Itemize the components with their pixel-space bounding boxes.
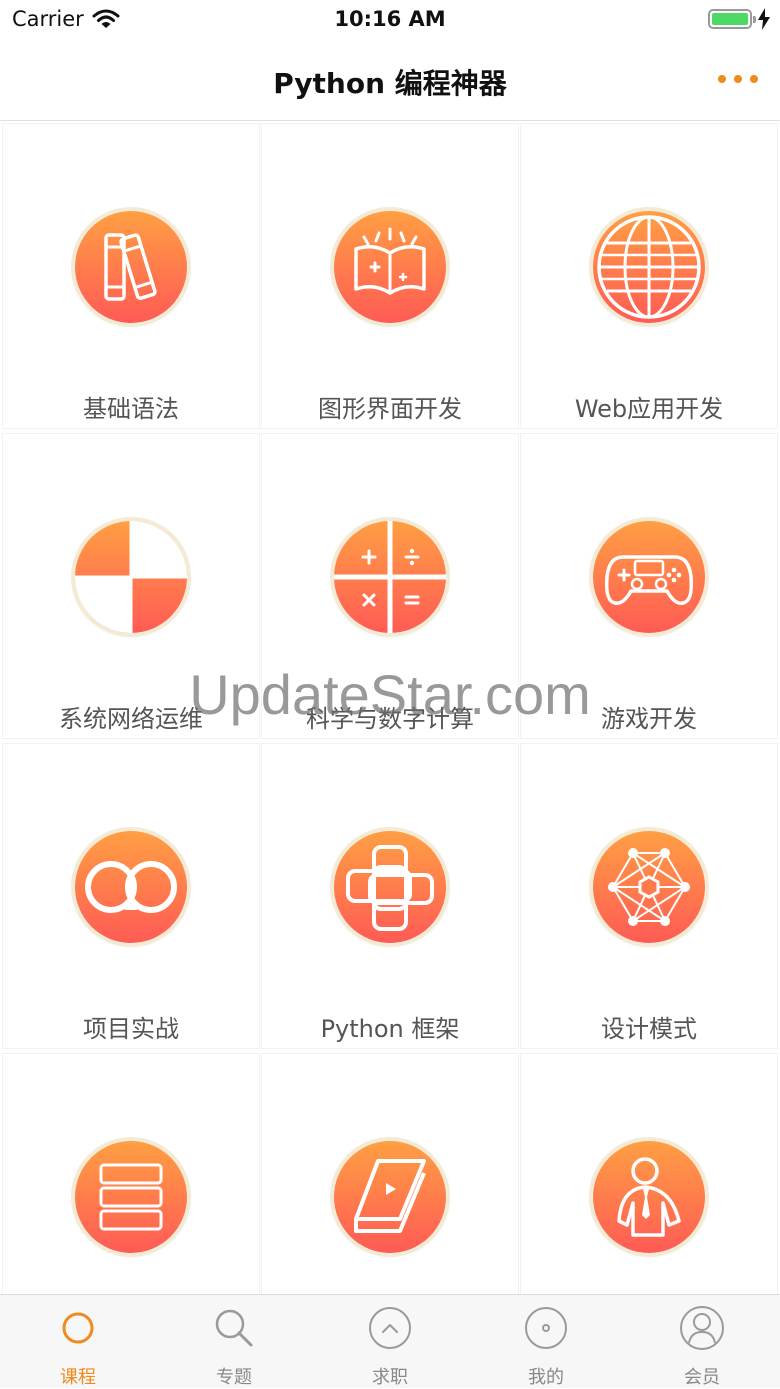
- tab-bar: 课程 专题 求职 我的 会员: [0, 1294, 780, 1388]
- category-basic-syntax[interactable]: 基础语法: [2, 123, 260, 429]
- tab-courses[interactable]: 课程: [0, 1295, 156, 1388]
- checker-quadrant-icon: [75, 521, 187, 633]
- books-icon: [75, 211, 187, 323]
- tab-label: 我的: [528, 1367, 564, 1388]
- charging-bolt-icon: [758, 8, 770, 30]
- category-projects[interactable]: 项目实战: [2, 743, 260, 1049]
- tab-topics[interactable]: 专题: [156, 1295, 312, 1388]
- python-cross-icon: [334, 831, 446, 943]
- tab-label: 求职: [372, 1367, 408, 1388]
- tab-label: 课程: [60, 1367, 96, 1388]
- category-career[interactable]: [520, 1053, 778, 1294]
- category-python-frameworks[interactable]: Python 框架: [261, 743, 519, 1049]
- more-dot-icon: [750, 75, 758, 83]
- globe-icon: [593, 211, 705, 323]
- status-bar: Carrier 10:16 AM: [0, 0, 780, 40]
- category-label: 设计模式: [601, 1015, 697, 1043]
- category-label: Python 框架: [320, 1015, 460, 1043]
- gamepad-icon: [593, 521, 705, 633]
- more-dot-icon: [734, 75, 742, 83]
- category-design-patterns[interactable]: 设计模式: [520, 743, 778, 1049]
- tab-label: 会员: [684, 1367, 720, 1388]
- calculator-icon: [334, 521, 446, 633]
- battery-icon: [708, 9, 756, 29]
- person-tie-icon: [593, 1141, 705, 1253]
- open-book-icon: [334, 211, 446, 323]
- disc-icon: [525, 1307, 567, 1349]
- status-time: 10:16 AM: [334, 7, 446, 31]
- chevron-up-circle-icon: [369, 1307, 411, 1349]
- category-label: 图形界面开发: [318, 395, 462, 423]
- category-database[interactable]: [2, 1053, 260, 1294]
- category-label: 项目实战: [83, 1015, 179, 1043]
- category-video[interactable]: [261, 1053, 519, 1294]
- search-icon: [215, 1309, 253, 1347]
- navigation-bar: Python 编程神器: [0, 40, 780, 121]
- server-stack-icon: [75, 1141, 187, 1253]
- user-circle-icon: [680, 1306, 724, 1350]
- category-web-dev[interactable]: Web应用开发: [520, 123, 778, 429]
- tab-jobs[interactable]: 求职: [312, 1295, 468, 1388]
- category-label: 基础语法: [83, 395, 179, 423]
- category-gui-dev[interactable]: 图形界面开发: [261, 123, 519, 429]
- more-dot-icon: [718, 75, 726, 83]
- tablet-video-icon: [334, 1141, 446, 1253]
- category-label: Web应用开发: [574, 395, 724, 423]
- network-nodes-icon: [593, 831, 705, 943]
- tab-membership[interactable]: 会员: [624, 1295, 780, 1388]
- tab-label: 专题: [216, 1367, 252, 1388]
- tab-mine[interactable]: 我的: [468, 1295, 624, 1388]
- page-title: Python 编程神器: [273, 67, 507, 100]
- infinity-loop-icon: [75, 831, 187, 943]
- watermark: UpdateStar.com: [189, 663, 591, 726]
- more-options-button[interactable]: [718, 64, 758, 94]
- circle-icon: [62, 1312, 94, 1344]
